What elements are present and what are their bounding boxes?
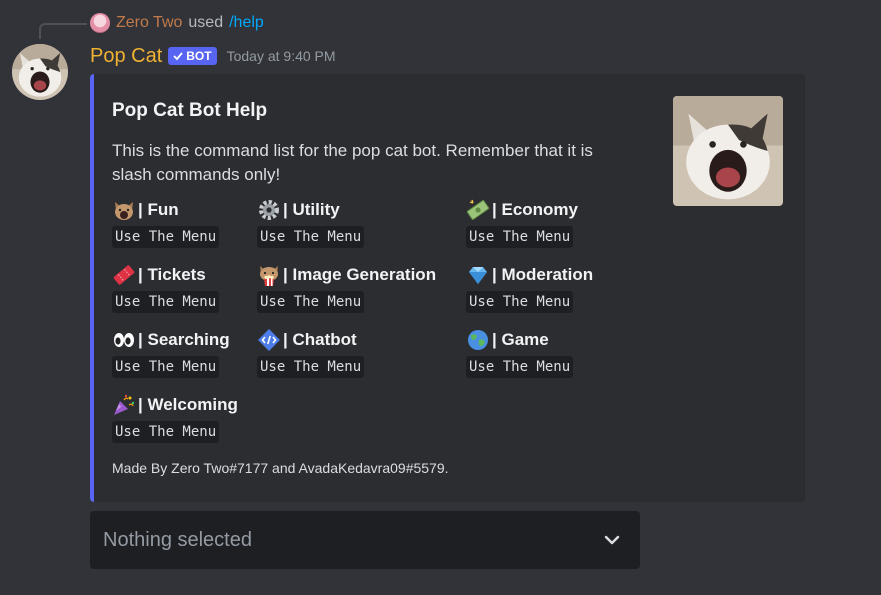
- reply-connector: [39, 23, 87, 39]
- embed-footer: Made By Zero Two#7177 and AvadaKedavra09…: [112, 460, 449, 476]
- field-name-text: | Economy: [492, 200, 578, 219]
- field-searching: | Searching Use The Menu: [112, 328, 230, 378]
- party-popper-icon: [114, 394, 135, 415]
- field-value: Use The Menu: [466, 356, 574, 378]
- verified-check-icon: [173, 52, 183, 61]
- code-icon: [258, 329, 280, 351]
- field-value: Use The Menu: [466, 291, 574, 313]
- field-image-generation: | Image Generation Use The Menu: [257, 263, 436, 313]
- field-tickets: | Tickets Use The Menu: [112, 263, 220, 313]
- field-name-text: | Moderation: [492, 265, 594, 284]
- gem-icon: [469, 267, 487, 284]
- select-placeholder: Nothing selected: [103, 528, 252, 551]
- field-welcoming: | Welcoming Use The Menu: [112, 393, 238, 443]
- field-name-text: | Game: [492, 330, 549, 349]
- gear-icon: [259, 200, 279, 220]
- embed-title: Pop Cat Bot Help: [112, 100, 268, 121]
- message-username[interactable]: Pop Cat: [90, 45, 162, 68]
- pop-cat-thumbnail-image: [673, 96, 783, 206]
- ticket-icon: [113, 265, 135, 285]
- eyes-icon: [114, 333, 134, 347]
- field-chatbot: | Chatbot Use The Menu: [257, 328, 365, 378]
- reply-avatar[interactable]: [90, 13, 110, 33]
- bot-badge-label: BOT: [186, 49, 212, 63]
- field-value: Use The Menu: [112, 291, 220, 313]
- field-name-text: | Chatbot: [283, 330, 357, 349]
- field-fun: | Fun Use The Menu: [112, 198, 220, 248]
- field-economy: | Economy Use The Menu: [466, 198, 578, 248]
- field-value: Use The Menu: [112, 421, 220, 443]
- cat-popcorn-icon: [260, 266, 278, 286]
- field-name-text: | Searching: [138, 330, 230, 349]
- field-name-text: | Welcoming: [138, 395, 238, 414]
- money-icon: [466, 199, 490, 220]
- pop-cat-avatar-image: [12, 44, 68, 100]
- reply-used-text: used: [188, 14, 224, 31]
- bot-badge: BOT: [168, 47, 217, 65]
- field-name-text: | Tickets: [138, 265, 206, 284]
- field-value: Use The Menu: [112, 356, 220, 378]
- field-game: | Game Use The Menu: [466, 328, 574, 378]
- embed-description: This is the command list for the pop cat…: [112, 141, 593, 184]
- chevron-down-icon: [604, 535, 620, 545]
- embed-thumbnail[interactable]: [673, 96, 783, 206]
- field-value: Use The Menu: [112, 226, 220, 248]
- field-name-text: | Fun: [138, 200, 179, 219]
- reply-context[interactable]: Zero Two used /help: [90, 12, 264, 34]
- field-name-text: | Utility: [283, 200, 340, 219]
- field-name-text: | Image Generation: [283, 265, 437, 284]
- message-header: Pop Cat BOT Today at 9:40 PM: [90, 43, 336, 69]
- reply-username[interactable]: Zero Two: [116, 14, 182, 32]
- reply-command[interactable]: /help: [229, 14, 264, 32]
- globe-icon: [468, 330, 488, 350]
- command-select-menu[interactable]: Nothing selected: [90, 511, 640, 569]
- avatar[interactable]: [12, 44, 68, 100]
- field-value: Use The Menu: [257, 356, 365, 378]
- field-moderation: | Moderation Use The Menu: [466, 263, 593, 313]
- field-value: Use The Menu: [257, 291, 365, 313]
- help-embed: Pop Cat Bot Help This is the command lis…: [90, 74, 805, 502]
- message-timestamp[interactable]: Today at 9:40 PM: [227, 48, 336, 64]
- field-utility: | Utility Use The Menu: [257, 198, 365, 248]
- field-value: Use The Menu: [257, 226, 365, 248]
- cat-icon: [115, 202, 133, 220]
- field-value: Use The Menu: [466, 226, 574, 248]
